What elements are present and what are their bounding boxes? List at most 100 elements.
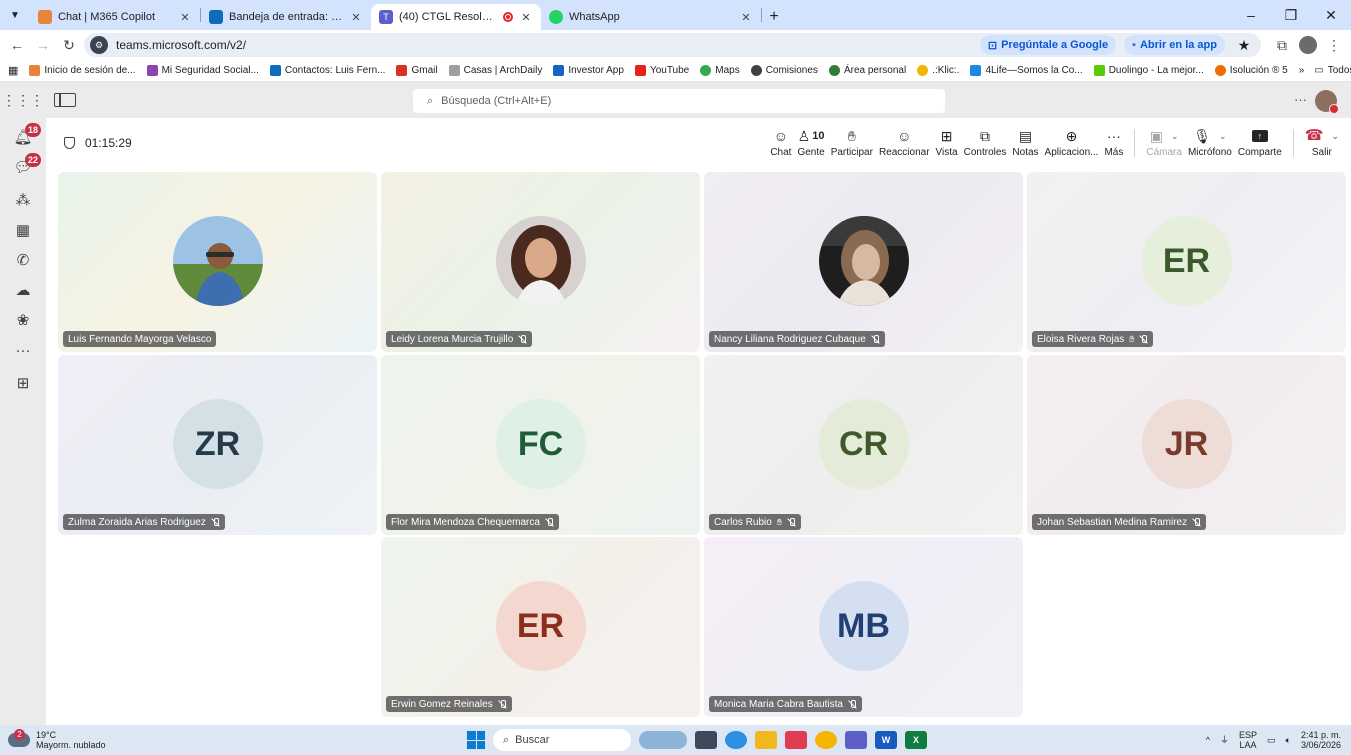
windows-start-icon[interactable] [467, 731, 485, 749]
bookmark-item[interactable]: Área personal [828, 65, 906, 76]
network-icon[interactable]: ▭ [1267, 735, 1276, 745]
file-explorer-icon[interactable] [755, 731, 777, 749]
bookmark-item[interactable]: YouTube [634, 65, 689, 76]
notes-button[interactable]: ▤ Notas [1009, 118, 1041, 168]
back-icon[interactable]: ← [6, 34, 28, 56]
chevron-up-icon[interactable]: ^ [1206, 735, 1210, 745]
usb-icon[interactable]: ⏚ [1220, 735, 1229, 745]
bookmark-item[interactable]: Gmail [396, 65, 438, 76]
participant-tile[interactable]: CR Carlos Rubio ✋︎ [704, 355, 1023, 535]
apps-grid-icon[interactable]: ▦ [8, 64, 18, 77]
participant-tile[interactable]: ER Eloisa Rivera Rojas ✋︎ [1027, 172, 1346, 352]
controls-button[interactable]: ⧉ Controles [961, 118, 1010, 168]
browser-tab[interactable]: Chat | M365 Copilot ✕ [30, 4, 200, 30]
camera-button[interactable]: ▣ ⌄ Cámara [1143, 118, 1185, 168]
close-tab-icon[interactable]: ✕ [519, 11, 533, 24]
copilot-icon[interactable] [725, 731, 747, 749]
chrome-icon[interactable] [815, 731, 837, 749]
reload-icon[interactable]: ↻ [58, 34, 80, 56]
close-tab-icon[interactable]: ✕ [739, 11, 753, 24]
more-apps-icon[interactable]: ··· [0, 335, 46, 365]
view-button[interactable]: ⊞ Vista [933, 118, 961, 168]
chat-button[interactable]: ☺ Chat [767, 118, 794, 168]
bookmark-item[interactable]: Casas | ArchDaily [448, 65, 542, 76]
bookmark-item[interactable]: .:Klic:. [917, 65, 959, 76]
chevron-down-icon[interactable]: ⌄ [1171, 128, 1179, 144]
bookmark-item[interactable]: Maps [700, 65, 740, 76]
participant-tile[interactable]: FC Flor Mira Mendoza Chequemarca [381, 355, 700, 535]
browser-tab[interactable]: Bandeja de entrada: Luis Fernan ✕ [201, 4, 371, 30]
forward-icon[interactable]: → [32, 34, 54, 56]
participant-tile[interactable]: ZR Zulma Zoraida Arias Rodriguez [58, 355, 377, 535]
restore-icon[interactable]: ❐ [1271, 0, 1311, 30]
browser-tab-active[interactable]: T (40) CTGL Resolucion 290 d ✕ [371, 4, 541, 30]
clock[interactable]: 2:41 p. m. 3/06/2026 [1301, 730, 1341, 750]
site-info-icon[interactable]: ⚙ [90, 36, 108, 54]
more-bookmarks-icon[interactable]: » [1299, 65, 1305, 76]
excel-icon[interactable]: X [905, 731, 927, 749]
browser-menu-icon[interactable]: ⋮ [1323, 34, 1345, 56]
bookmark-item[interactable]: Isolución ® 5 [1214, 65, 1288, 76]
bookmark-item[interactable]: Mi Seguridad Social... [146, 65, 259, 76]
more-button[interactable]: ··· Más [1101, 118, 1126, 168]
participant-tile[interactable]: Leidy Lorena Murcia Trujillo [381, 172, 700, 352]
bookmark-item[interactable]: Inicio de sesión de... [29, 65, 136, 76]
participant-tile[interactable]: MB Monica Maria Cabra Bautista [704, 537, 1023, 717]
onedrive-cloud-icon[interactable]: ☁ [0, 275, 46, 305]
phone-icon[interactable]: ✆ [0, 245, 46, 275]
participant-tile[interactable]: ER Erwin Gomez Reinales [381, 537, 700, 717]
bookmark-item[interactable]: 4Life—Somos la Co... [970, 65, 1083, 76]
browser-tab[interactable]: WhatsApp ✕ [541, 4, 761, 30]
apps-icon[interactable]: ❀ [0, 305, 46, 335]
url-text[interactable]: teams.microsoft.com/v2/ [116, 38, 972, 52]
chat-bubble-icon[interactable]: 💬︎ 22 [0, 152, 46, 182]
task-view-icon[interactable] [695, 731, 717, 749]
chevron-down-icon[interactable]: ⌄ [1219, 128, 1227, 144]
omnibox[interactable]: ⚙ teams.microsoft.com/v2/ ⊡ Pregúntale a… [84, 33, 1261, 57]
participant-tile[interactable]: Nancy Liliana Rodriguez Cubaque [704, 172, 1023, 352]
taskbar-search[interactable]: ⌕ Buscar [493, 729, 631, 751]
extensions-icon[interactable]: ⧉ [1271, 34, 1293, 56]
open-in-app-chip[interactable]: ▪ Abrir en la app [1124, 35, 1225, 55]
bookmark-item[interactable]: Comisiones [750, 65, 818, 76]
raise-hand-button[interactable]: ✋︎ Participar [828, 118, 876, 168]
all-favorites-folder[interactable]: ▭Todos los favoritos [1314, 65, 1351, 76]
share-button[interactable]: ↑ Comparte [1235, 118, 1285, 168]
new-tab-icon[interactable]: + [762, 4, 786, 30]
ask-google-chip[interactable]: ⊡ Pregúntale a Google [979, 35, 1117, 55]
bookmark-item[interactable]: Contactos: Luis Fern... [269, 65, 385, 76]
widgets-icon[interactable] [639, 731, 687, 749]
participant-tile[interactable]: JR Johan Sebastian Medina Ramirez [1027, 355, 1346, 535]
calendar-icon[interactable]: ▦ [0, 215, 46, 245]
close-tab-icon[interactable]: ✕ [349, 11, 363, 24]
word-icon[interactable]: W [875, 731, 897, 749]
add-app-icon[interactable]: ⊞ [0, 368, 46, 398]
close-tab-icon[interactable]: ✕ [178, 11, 192, 24]
chevron-down-icon[interactable]: ⌄ [1331, 128, 1339, 144]
react-button[interactable]: ☺ Reaccionar [876, 118, 933, 168]
bookmark-item[interactable]: Investor App [553, 65, 624, 76]
tab-search-chevron-icon[interactable]: ▼ [0, 0, 30, 30]
profile-avatar[interactable] [1299, 36, 1317, 54]
bookmark-item[interactable]: Duolingo - La mejor... [1093, 65, 1204, 76]
volume-icon[interactable]: 🔈︎ [1286, 735, 1291, 745]
language-indicator[interactable]: ESP LAA [1239, 730, 1257, 750]
side-panel-toggle-icon[interactable] [54, 93, 76, 107]
mic-button[interactable]: 🎙︎ ⌄ Micrófono [1185, 118, 1235, 168]
teams-people-icon[interactable]: ⁂ [0, 185, 46, 215]
app-launcher-icon[interactable]: ⋮⋮⋮ [0, 92, 46, 109]
bookmark-star-icon[interactable]: ★ [1233, 37, 1255, 54]
teams-icon[interactable] [845, 731, 867, 749]
teams-search-input[interactable]: ⌕ Búsqueda (Ctrl+Alt+E) [413, 89, 945, 113]
leave-button[interactable]: ☎ ⌄ Salir [1302, 118, 1351, 168]
close-window-icon[interactable]: ✕ [1311, 0, 1351, 30]
apps-button[interactable]: ⊕ Aplicacion... [1042, 118, 1102, 168]
more-options-icon[interactable]: ··· [1294, 92, 1307, 107]
media-player-icon[interactable] [785, 731, 807, 749]
weather-widget[interactable]: 2 19°C Mayorm. nublado [8, 729, 106, 750]
user-avatar[interactable] [1315, 90, 1339, 114]
participant-tile[interactable]: Luis Fernando Mayorga Velasco [58, 172, 377, 352]
people-button[interactable]: ♙ 10 Gente [794, 118, 827, 168]
minimize-icon[interactable]: – [1231, 0, 1271, 30]
activity-bell-icon[interactable]: 🔔︎ 18 [0, 122, 46, 152]
